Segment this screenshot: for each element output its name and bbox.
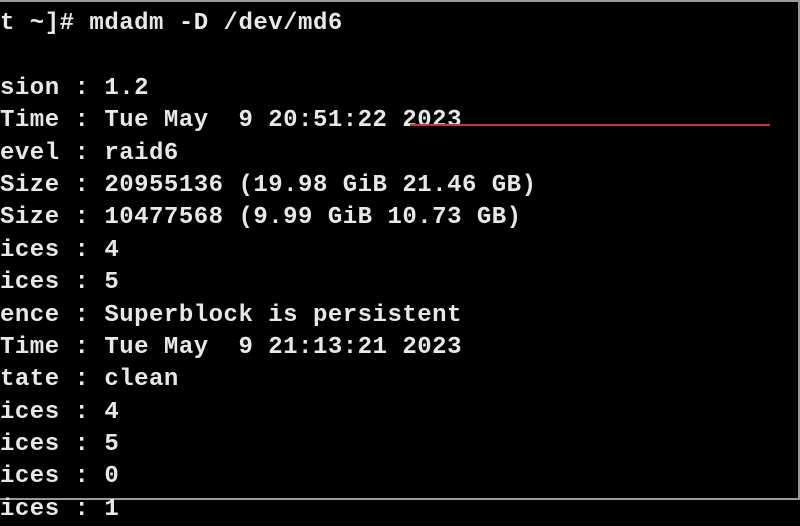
output-line: ices : 5 [0,267,798,299]
output-line: Time : Tue May 9 20:51:22 2023 [0,105,798,137]
output-line: ices : 4 [0,235,798,267]
output-line: sion : 1.2 [0,73,798,105]
output-line: ices : 4 [0,397,798,429]
output-line: ices : 5 [0,429,798,461]
output-line: Time : Tue May 9 21:13:21 2023 [0,332,798,364]
output-line: tate : clean [0,364,798,396]
command-prompt-line[interactable]: t ~]# mdadm -D /dev/md6 [0,8,798,40]
output-line: evel : raid6 [0,138,798,170]
output-line: ices : 0 [0,461,798,493]
blank-line [0,40,798,72]
output-line: ence : Superblock is persistent [0,300,798,332]
output-line: ices : 1 [0,494,798,526]
output-line: Size : 20955136 (19.98 GiB 21.46 GB) [0,170,798,202]
output-line: Size : 10477568 (9.99 GiB 10.73 GB) [0,202,798,234]
highlight-underline [410,124,770,126]
